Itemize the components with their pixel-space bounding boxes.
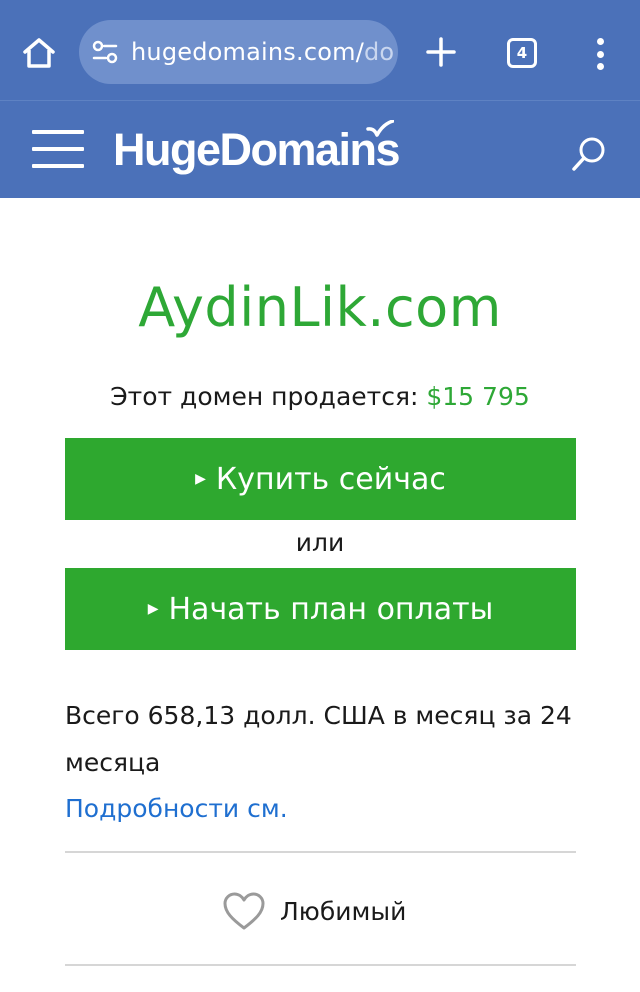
divider [65, 964, 576, 966]
details-link[interactable]: Подробности см. [65, 794, 288, 823]
tab-switcher-icon[interactable]: 4 [507, 38, 537, 68]
hamburger-menu-icon[interactable] [32, 130, 84, 168]
price-value: $15 795 [426, 382, 530, 411]
buy-now-label: Купить сейчас [215, 461, 446, 497]
logo-text: HugeDomains [113, 124, 401, 175]
divider [65, 851, 576, 853]
payment-plan-button[interactable]: ▶ Начать план оплаты [65, 568, 576, 650]
play-triangle-icon: ▶ [147, 601, 159, 617]
payment-plan-label: Начать план оплаты [168, 591, 494, 627]
logo-checkmark-icon [366, 120, 394, 137]
heart-icon [223, 892, 265, 930]
monthly-payment-text: Всего 658,13 долл. США в месяц за 24 мес… [65, 701, 572, 777]
domain-title: AydinLik.com [138, 276, 502, 339]
home-icon[interactable] [18, 33, 60, 73]
new-tab-plus-icon[interactable] [423, 34, 459, 70]
play-triangle-icon: ▶ [195, 471, 206, 487]
buy-now-button[interactable]: ▶ Купить сейчас [65, 438, 576, 520]
price-prefix: Этот домен продается: [110, 382, 419, 411]
favorite-label: Любимый [280, 896, 407, 926]
address-bar[interactable]: hugedomains.com/do [79, 20, 398, 84]
favorite-button[interactable]: Любимый [222, 886, 406, 936]
url-text: hugedomains.com/do [131, 38, 395, 66]
domain-listing: AydinLik.com Этот домен продается: $15 7… [0, 198, 640, 992]
tab-count: 4 [516, 44, 528, 62]
site-settings-icon[interactable] [91, 38, 119, 66]
price-line: Этот домен продается: $15 795 [0, 382, 640, 411]
or-separator: или [295, 528, 345, 557]
site-logo[interactable]: HugeDomains [113, 119, 401, 181]
browser-toolbar: hugedomains.com/do 4 [0, 0, 640, 100]
overflow-menu-icon[interactable] [586, 34, 614, 74]
search-icon[interactable] [569, 134, 609, 174]
site-header: HugeDomains [0, 100, 640, 198]
